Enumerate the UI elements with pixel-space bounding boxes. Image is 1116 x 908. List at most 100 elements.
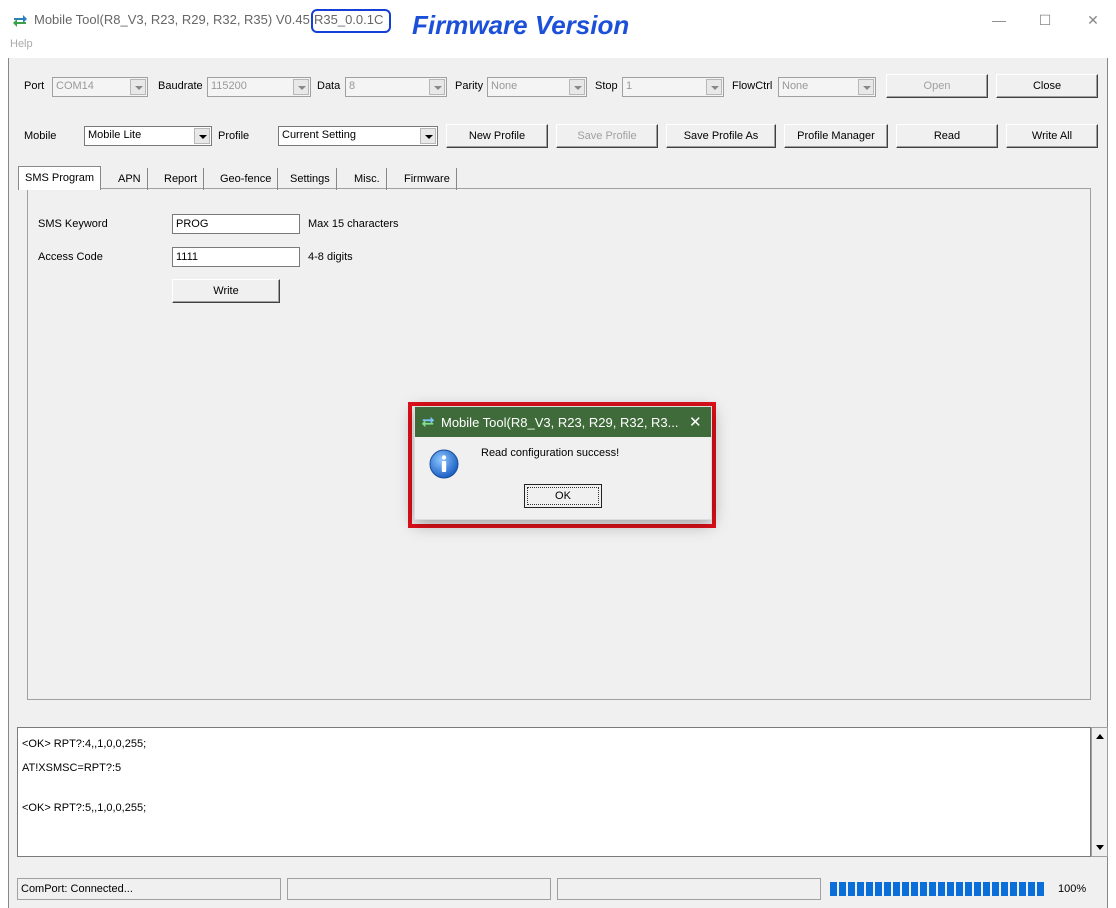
tab-misc[interactable]: Misc. — [348, 168, 387, 190]
baudrate-select[interactable]: 115200 — [207, 77, 311, 97]
progress-segment — [974, 882, 981, 896]
progress-segment — [893, 882, 900, 896]
window-title: Mobile Tool(R8_V3, R23, R29, R32, R35) V… — [34, 12, 310, 27]
message-dialog: Mobile Tool(R8_V3, R23, R29, R32, R3... … — [414, 406, 712, 520]
progress-segment — [911, 882, 918, 896]
write-all-button[interactable]: Write All — [1006, 124, 1098, 148]
status-comport: ComPort: Connected... — [17, 878, 281, 900]
stop-label: Stop — [595, 80, 618, 92]
flowctrl-label: FlowCtrl — [732, 80, 773, 92]
progress-segment — [830, 882, 837, 896]
mobile-label: Mobile — [24, 130, 57, 142]
log-line: <OK> RPT?:5,,1,0,0,255; — [22, 802, 147, 814]
tab-settings[interactable]: Settings — [284, 168, 337, 190]
data-select[interactable]: 8 — [345, 77, 447, 97]
chevron-down-icon — [194, 128, 210, 144]
progress-segment — [992, 882, 999, 896]
firmware-version-highlight — [311, 9, 391, 33]
progress-segment — [947, 882, 954, 896]
info-icon — [429, 449, 459, 479]
data-value: 8 — [349, 80, 356, 92]
progress-segment — [884, 882, 891, 896]
dialog-title: Mobile Tool(R8_V3, R23, R29, R32, R3... — [441, 415, 679, 430]
log-scrollbar[interactable] — [1091, 727, 1108, 857]
dialog-message: Read configuration success! — [481, 447, 620, 459]
progress-segment — [1019, 882, 1026, 896]
flowctrl-select[interactable]: None — [778, 77, 876, 97]
port-value: COM14 — [56, 80, 94, 92]
chevron-down-icon — [706, 79, 722, 95]
profile-manager-button[interactable]: Profile Manager — [784, 124, 888, 148]
flowctrl-value: None — [782, 80, 809, 92]
parity-value: None — [491, 80, 518, 92]
close-window-button[interactable]: ✕ — [1070, 8, 1116, 32]
dialog-title-bar: Mobile Tool(R8_V3, R23, R29, R32, R3... … — [415, 407, 711, 437]
profile-label: Profile — [218, 130, 250, 142]
mobile-value: Mobile Lite — [88, 129, 142, 141]
access-code-label: Access Code — [38, 251, 103, 263]
write-button[interactable]: Write — [172, 279, 280, 303]
parity-select[interactable]: None — [487, 77, 587, 97]
tab-sms-program[interactable]: SMS Program — [18, 166, 102, 190]
progress-segment — [929, 882, 936, 896]
progress-segment — [983, 882, 990, 896]
log-line: AT!XSMSC=RPT?:5 — [22, 762, 122, 774]
chevron-down-icon — [858, 79, 874, 95]
app-icon — [13, 15, 27, 27]
new-profile-button[interactable]: New Profile — [446, 124, 548, 148]
progress-segment — [1037, 882, 1044, 896]
save-profile-as-button[interactable]: Save Profile As — [666, 124, 776, 148]
progress-segment — [875, 882, 882, 896]
app-icon — [421, 416, 435, 428]
progress-segment — [848, 882, 855, 896]
progress-segment — [1028, 882, 1035, 896]
stop-select[interactable]: 1 — [622, 77, 724, 97]
tab-firmware[interactable]: Firmware — [398, 168, 457, 190]
firmware-version-annotation: Firmware Version — [412, 10, 630, 40]
progress-segment — [1001, 882, 1008, 896]
log-textarea[interactable]: <OK> RPT?:4,,1,0,0,255; AT!XSMSC=RPT?:5 … — [17, 727, 1091, 857]
profile-select[interactable]: Current Setting — [278, 126, 438, 146]
progress-segment — [956, 882, 963, 896]
dialog-close-button[interactable]: ✕ — [689, 413, 702, 431]
save-profile-button[interactable]: Save Profile — [556, 124, 658, 148]
ok-button[interactable]: OK — [524, 484, 602, 508]
tab-apn[interactable]: APN — [112, 168, 148, 190]
close-port-button[interactable]: Close — [996, 74, 1098, 98]
log-line: <OK> RPT?:4,,1,0,0,255; — [22, 738, 147, 750]
port-label: Port — [24, 80, 45, 92]
baudrate-label: Baudrate — [158, 80, 203, 92]
access-code-hint: 4-8 digits — [308, 251, 353, 263]
progress-segment — [1010, 882, 1017, 896]
sms-keyword-hint: Max 15 characters — [308, 218, 399, 230]
data-label: Data — [317, 80, 341, 92]
parity-label: Parity — [455, 80, 484, 92]
progress-segment — [902, 882, 909, 896]
chevron-down-icon — [420, 128, 436, 144]
chevron-down-icon — [293, 79, 309, 95]
progress-segment — [866, 882, 873, 896]
chevron-down-icon — [130, 79, 146, 95]
menu-help[interactable]: Help — [10, 38, 33, 50]
access-code-input[interactable]: 1111 — [172, 247, 300, 267]
progress-segment — [938, 882, 945, 896]
stop-value: 1 — [626, 80, 633, 92]
read-button[interactable]: Read — [896, 124, 998, 148]
port-select[interactable]: COM14 — [52, 77, 148, 97]
progress-segment — [839, 882, 846, 896]
baudrate-value: 115200 — [211, 80, 247, 92]
open-button[interactable]: Open — [886, 74, 988, 98]
tab-geo-fence[interactable]: Geo-fence — [214, 168, 279, 190]
chevron-down-icon — [569, 79, 585, 95]
tab-report[interactable]: Report — [158, 168, 205, 190]
scroll-up-icon[interactable] — [1095, 732, 1105, 742]
sms-keyword-input[interactable]: PROG — [172, 214, 300, 234]
minimize-button[interactable]: — — [976, 8, 1022, 32]
mobile-select[interactable]: Mobile Lite — [84, 126, 212, 146]
progress-percent: 100% — [1058, 883, 1087, 895]
chevron-down-icon — [429, 79, 445, 95]
progress-segment — [857, 882, 864, 896]
progress-bar — [830, 882, 1054, 896]
scroll-down-icon[interactable] — [1095, 842, 1105, 852]
maximize-button[interactable]: ☐ — [1022, 8, 1068, 32]
